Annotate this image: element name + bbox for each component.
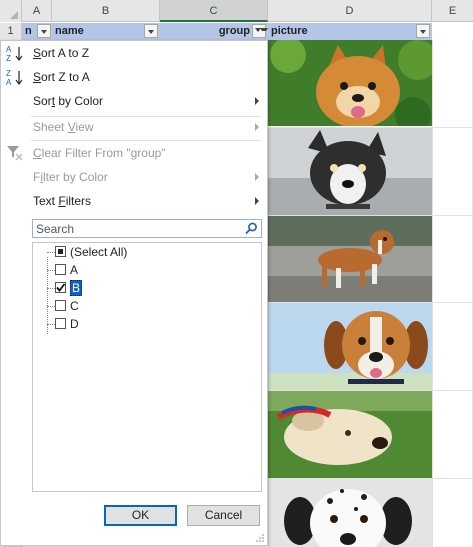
dog-photo-husky-mix[interactable] xyxy=(268,128,432,215)
header-cell-name[interactable]: name xyxy=(52,23,160,40)
menu-item-sort-az[interactable]: A Z Sort A to Z xyxy=(1,41,267,65)
filter-dropdown-name[interactable] xyxy=(144,24,158,38)
dog-photo-boxer[interactable] xyxy=(268,216,432,302)
svg-text:Z: Z xyxy=(6,69,11,78)
svg-text:Z: Z xyxy=(6,54,11,62)
resize-grip-icon[interactable] xyxy=(256,534,264,542)
ok-button[interactable]: OK xyxy=(104,505,177,526)
header-picture-label: picture xyxy=(271,25,308,37)
tree-connector xyxy=(47,306,55,307)
header-cell-picture[interactable]: picture xyxy=(268,23,432,40)
header-group-label: group xyxy=(218,25,250,37)
submenu-arrow-icon xyxy=(255,123,259,131)
column-header-c[interactable]: C xyxy=(160,0,268,22)
row-number-1[interactable]: 1 xyxy=(0,23,22,40)
clear-filter-icon xyxy=(7,146,23,161)
option-c-label: C xyxy=(70,299,79,313)
search-icon xyxy=(245,222,257,235)
header-cell-group[interactable]: group xyxy=(160,23,268,40)
tree-connector xyxy=(47,270,55,271)
cancel-button[interactable]: Cancel xyxy=(187,505,260,526)
dog-photo-pomeranian[interactable] xyxy=(268,40,432,126)
header-n-label: n xyxy=(25,25,32,37)
text-filters-label: Text Filters xyxy=(33,194,92,208)
sheet-view-label: Sheet View xyxy=(33,120,94,134)
column-header-e[interactable]: E xyxy=(432,0,473,22)
sort-descending-icon: Z A xyxy=(6,69,23,86)
header-name-label: name xyxy=(55,25,84,37)
option-b-checkbox[interactable] xyxy=(55,282,66,293)
tree-connector xyxy=(47,257,48,334)
header-row: 1 n name group picture xyxy=(0,23,473,40)
option-a-checkbox[interactable] xyxy=(55,264,66,275)
option-b-label: B xyxy=(70,280,83,296)
svg-text:A: A xyxy=(6,78,12,86)
submenu-arrow-icon xyxy=(255,173,259,181)
header-cell-n[interactable]: n xyxy=(22,23,52,40)
checkmark-icon xyxy=(56,283,66,292)
filter-search-input[interactable] xyxy=(33,220,233,237)
dog-photo-labrador-puppy[interactable] xyxy=(268,391,432,478)
select-all-label: (Select All) xyxy=(70,245,128,259)
autofilter-dropdown-menu: A Z Sort A to Z Z A Sort Z to A Sort by … xyxy=(0,40,268,546)
filter-dropdown-picture[interactable] xyxy=(416,24,430,38)
column-header-d[interactable]: D xyxy=(268,0,432,22)
select-all-corner[interactable] xyxy=(0,0,22,22)
gridline xyxy=(432,40,433,547)
filter-search-box[interactable] xyxy=(32,219,262,238)
option-c-checkbox[interactable] xyxy=(55,300,66,311)
sort-by-color-label: Sort by Color xyxy=(33,94,104,108)
option-d-checkbox[interactable] xyxy=(55,318,66,329)
option-d-label: D xyxy=(70,317,79,331)
column-header-b[interactable]: B xyxy=(52,0,160,22)
column-header-bar: A B C D E xyxy=(0,0,473,22)
select-all-checkbox[interactable] xyxy=(55,246,66,257)
filter-dropdown-n[interactable] xyxy=(37,24,51,38)
menu-item-text-filters[interactable]: Text Filters xyxy=(1,189,267,213)
submenu-arrow-icon xyxy=(255,97,259,105)
menu-item-sort-by-color[interactable]: Sort by Color xyxy=(1,89,267,113)
sort-za-label: Sort Z to A xyxy=(33,70,90,84)
menu-item-clear-filter: Clear Filter From "group" xyxy=(1,141,267,165)
column-header-a[interactable]: A xyxy=(22,0,52,22)
sort-ascending-icon: A Z xyxy=(6,45,23,62)
clear-filter-label: Clear Filter From "group" xyxy=(33,146,166,160)
filter-values-list[interactable]: (Select All) A B C D xyxy=(32,242,262,492)
filter-by-color-label: Filter by Color xyxy=(33,170,108,184)
sort-az-label: Sort A to Z xyxy=(33,46,90,60)
tree-connector xyxy=(47,252,55,253)
tree-connector xyxy=(47,324,55,325)
filter-active-group-icon[interactable] xyxy=(252,24,268,38)
dog-photo-dalmatian[interactable] xyxy=(268,479,432,547)
option-a-label: A xyxy=(70,263,79,277)
menu-item-sheet-view: Sheet View xyxy=(1,115,267,139)
menu-item-filter-by-color: Filter by Color xyxy=(1,165,267,189)
tree-connector xyxy=(47,288,55,289)
menu-item-sort-za[interactable]: Z A Sort Z to A xyxy=(1,65,267,89)
svg-text:A: A xyxy=(6,45,12,54)
dog-photo-beagle[interactable] xyxy=(268,303,432,390)
submenu-arrow-icon xyxy=(255,197,259,205)
